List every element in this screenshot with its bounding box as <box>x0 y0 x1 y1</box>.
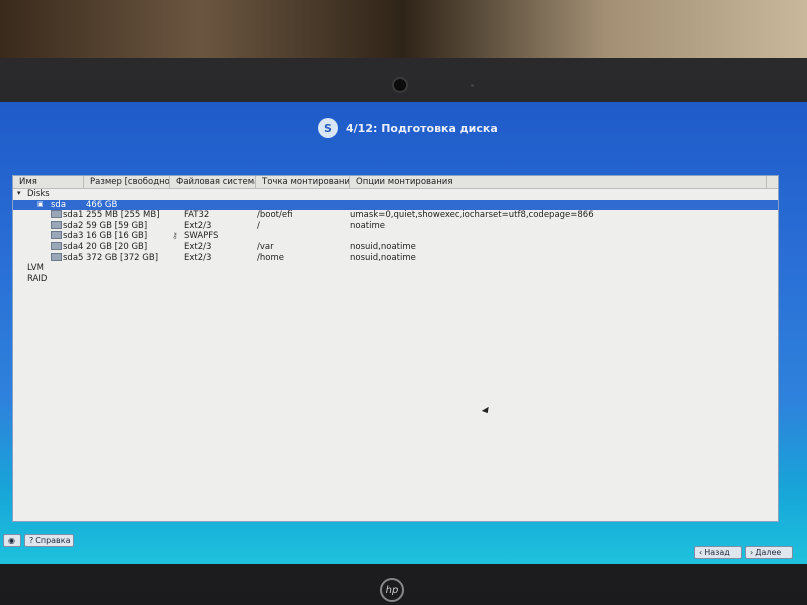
help-icon: ? <box>29 536 34 545</box>
step-header: S 4/12: Подготовка диска <box>318 118 498 138</box>
disk-row-sda[interactable]: ▣ sda 466 GB <box>13 199 778 211</box>
partition-row[interactable]: sda2 59 GB [59 GB] Ext2/3 / noatime <box>13 220 778 232</box>
disk-icon: ▣ <box>37 199 44 208</box>
back-arrow-icon: ‹ <box>699 548 703 557</box>
column-name[interactable]: Имя <box>13 176 84 188</box>
partition-icon <box>51 252 62 261</box>
table-header: Имя Размер [свободно] Файловая система Т… <box>13 176 778 189</box>
tree-raid[interactable]: RAID <box>13 274 778 285</box>
logo-icon: S <box>318 118 338 138</box>
forward-arrow-icon: › <box>750 548 754 557</box>
step-title: 4/12: Подготовка диска <box>346 121 498 135</box>
partition-row[interactable]: sda1 255 MB [255 MB] FAT32 /boot/efi uma… <box>13 210 778 221</box>
partition-table[interactable]: Имя Размер [свободно] Файловая система Т… <box>12 175 779 522</box>
help-button[interactable]: ? Справка <box>24 534 74 547</box>
column-fs[interactable]: Файловая система <box>170 176 256 188</box>
menu-icon: ◉ <box>8 536 15 545</box>
expand-arrow-icon[interactable]: ▾ <box>17 189 21 197</box>
menu-button[interactable]: ◉ <box>3 534 21 547</box>
tree-lvm[interactable]: LVM <box>13 263 778 274</box>
partition-icon <box>51 241 62 250</box>
partition-row[interactable]: sda5 372 GB [372 GB] Ext2/3 /home nosuid… <box>13 252 778 264</box>
key-icon: ⚷ <box>172 231 178 241</box>
partition-icon <box>51 231 62 240</box>
partition-icon <box>51 220 62 229</box>
partition-row[interactable]: sda3 16 GB [16 GB] ⚷ SWAPFS <box>13 231 778 242</box>
tree-disks[interactable]: ▾ Disks <box>13 189 778 200</box>
column-size[interactable]: Размер [свободно] <box>84 176 170 188</box>
column-options[interactable]: Опции монтирования <box>350 176 767 188</box>
back-button[interactable]: ‹ Назад <box>694 546 742 559</box>
webcam <box>392 77 408 93</box>
hp-logo: hp <box>380 578 404 602</box>
partition-row[interactable]: sda4 20 GB [20 GB] Ext2/3 /var nosuid,no… <box>13 241 778 253</box>
installer-screen: S 4/12: Подготовка диска Имя Размер [сво… <box>0 102 807 564</box>
column-mount[interactable]: Точка монтирования <box>256 176 350 188</box>
next-button[interactable]: › Далее <box>745 546 793 559</box>
partition-icon <box>51 210 62 219</box>
camera-led <box>471 84 474 87</box>
